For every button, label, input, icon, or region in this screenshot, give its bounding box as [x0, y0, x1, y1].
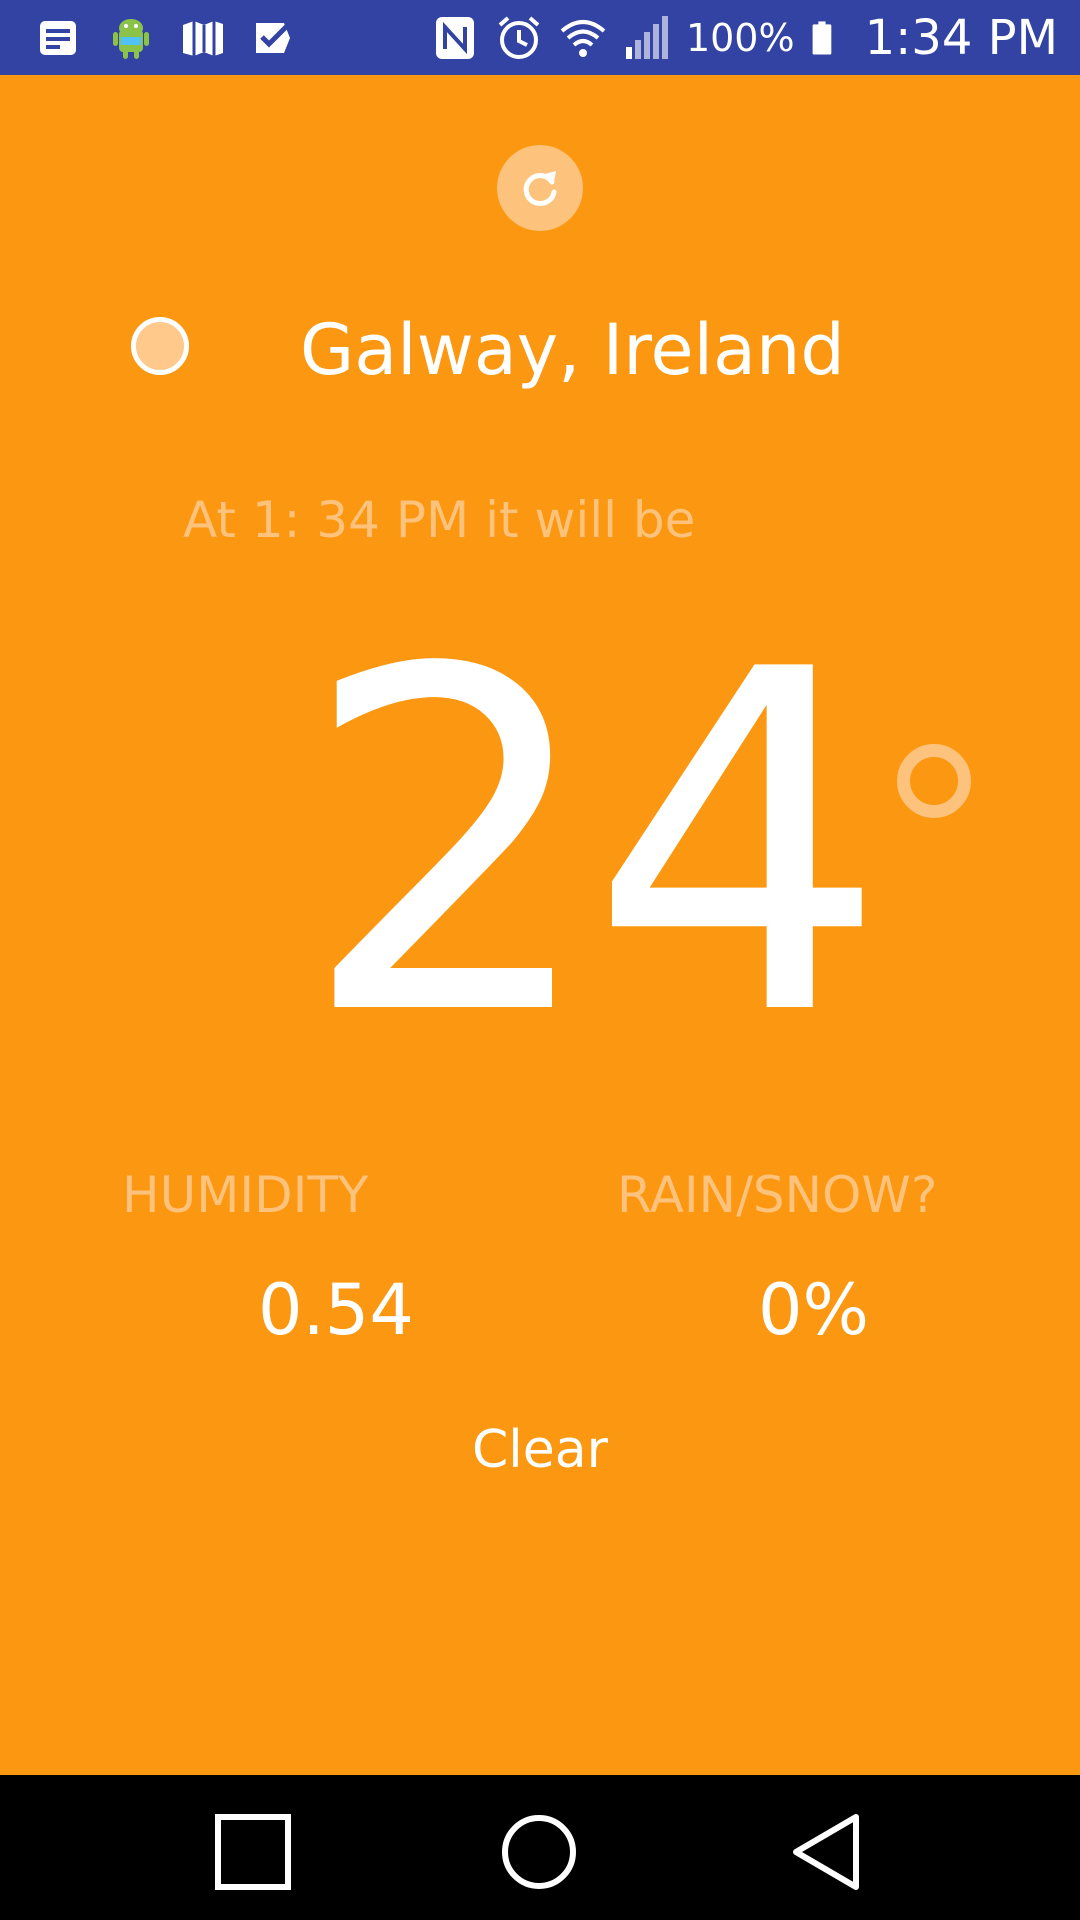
battery-icon [812, 20, 831, 55]
humidity-label: HUMIDITY [122, 1166, 369, 1224]
recents-icon[interactable] [208, 1807, 298, 1897]
status-bar-time: 1:34 PM [864, 9, 1058, 66]
navigation-bar [0, 1775, 1080, 1920]
status-bar-notifications [34, 12, 300, 64]
alarm-icon [498, 15, 540, 59]
battery-percentage: 100% [685, 15, 795, 60]
check-icon [256, 23, 290, 53]
weather-screen: Galway, Ireland At 1: 34 PM it will be 2… [0, 75, 1080, 1775]
back-icon[interactable] [782, 1807, 872, 1897]
temperature-value: 24 [300, 571, 888, 1118]
status-bar-system: 100% 1:34 PM [430, 0, 1058, 75]
signal-icon [625, 15, 668, 59]
weather-summary: Clear [472, 1420, 608, 1480]
wifi-icon [560, 19, 606, 57]
nfc-icon [435, 16, 474, 59]
maps-icon [183, 21, 223, 56]
location-indicator [131, 317, 189, 375]
home-icon[interactable] [494, 1807, 584, 1897]
notes-icon [40, 21, 76, 55]
humidity-value: 0.54 [258, 1269, 414, 1351]
android-icon [113, 19, 149, 59]
degree-icon [897, 744, 971, 818]
precipitation-label: RAIN/SNOW? [617, 1166, 938, 1224]
location-name: Galway, Ireland [300, 309, 845, 391]
precipitation-value: 0% [758, 1269, 870, 1351]
status-bar: 100% 1:34 PM [0, 0, 1080, 75]
refresh-icon [523, 171, 557, 207]
refresh-button[interactable] [497, 145, 583, 231]
forecast-time-text: At 1: 34 PM it will be [183, 491, 696, 549]
